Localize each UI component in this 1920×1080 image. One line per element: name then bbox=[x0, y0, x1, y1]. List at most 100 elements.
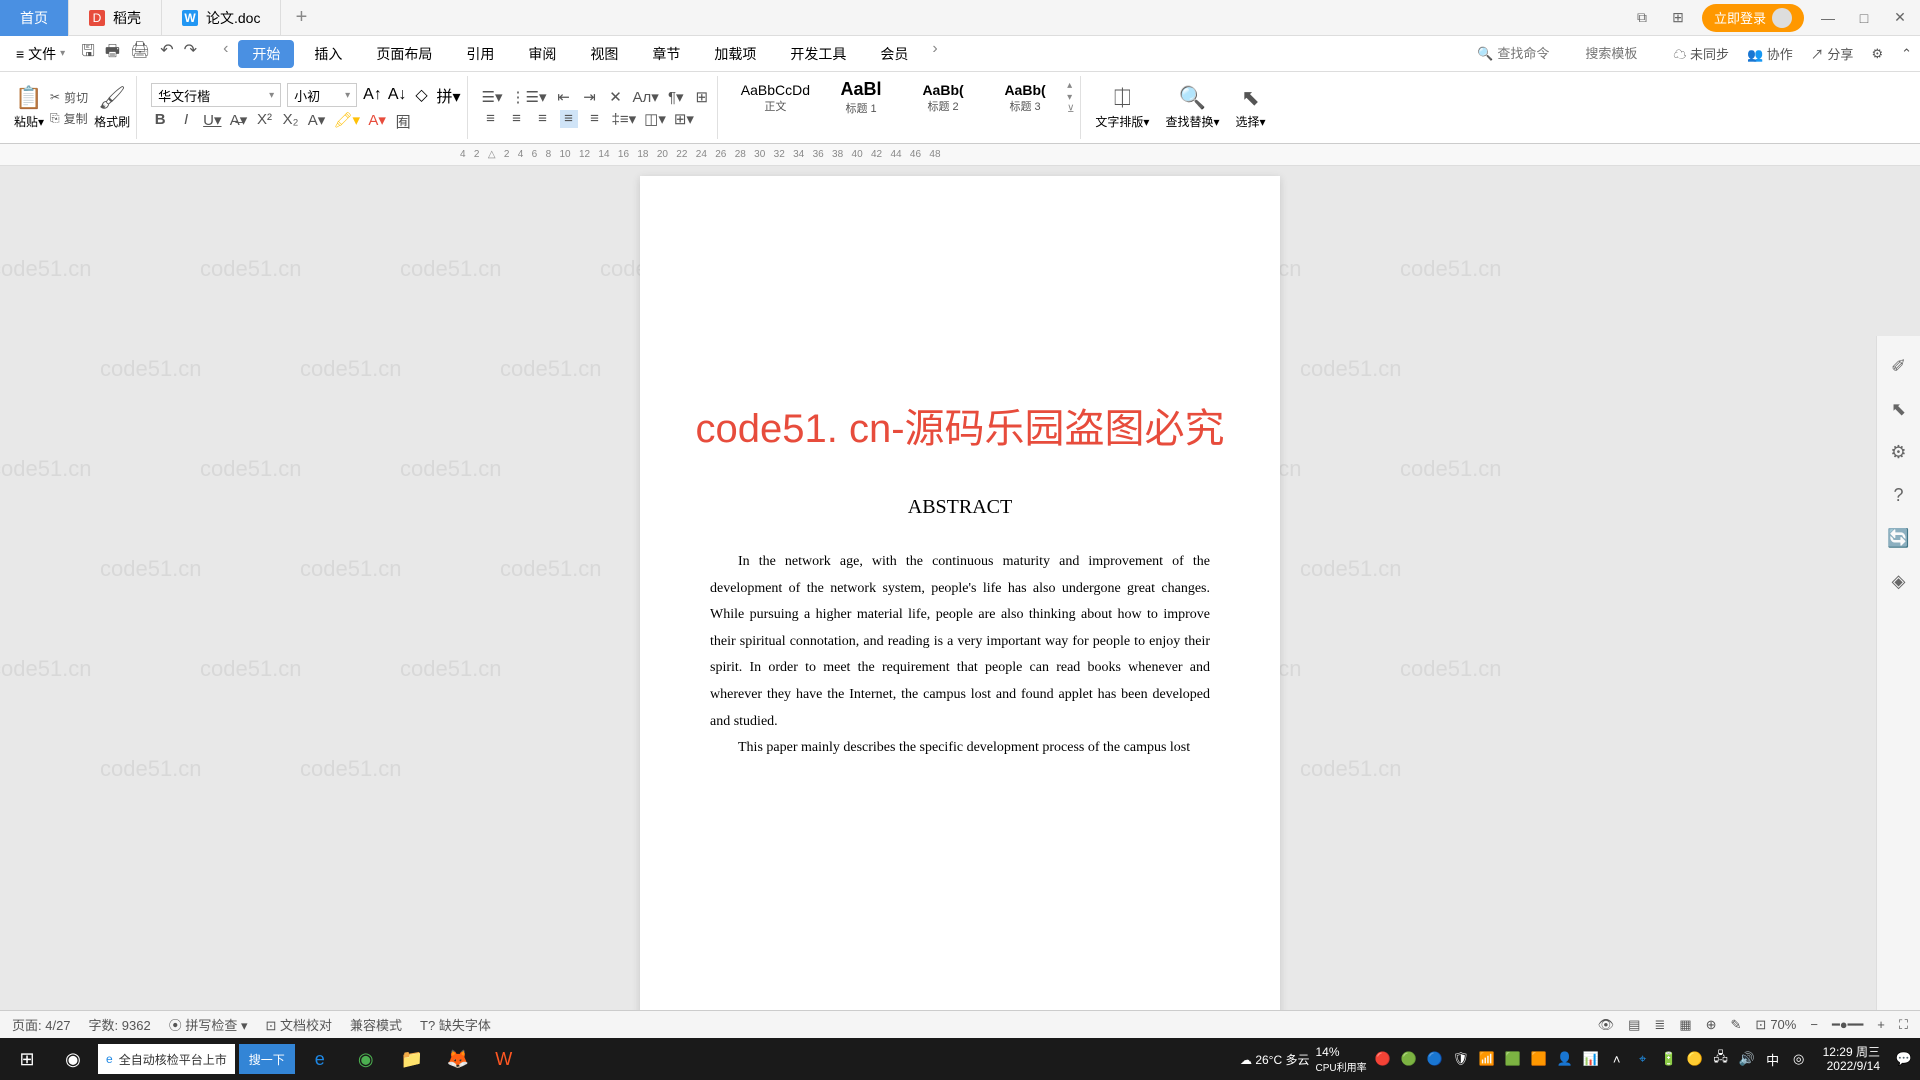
search-commands[interactable]: 🔍 bbox=[1477, 46, 1567, 62]
pen-icon[interactable]: ✐ bbox=[1891, 356, 1906, 377]
tab-start[interactable]: 开始 bbox=[238, 40, 294, 68]
font-size-select[interactable]: 小初▾ bbox=[287, 83, 357, 107]
tray6[interactable]: 🟧 bbox=[1529, 1049, 1549, 1069]
text-layout-button[interactable]: ⎅文字排版▾ bbox=[1095, 85, 1149, 130]
sort[interactable]: Ал▾ bbox=[633, 88, 659, 106]
apps-icon[interactable]: ⊞ bbox=[1666, 6, 1690, 30]
edge-icon[interactable]: e bbox=[299, 1038, 341, 1080]
protect-icon[interactable]: ◈ bbox=[1892, 571, 1906, 592]
eye-icon[interactable]: 👁 bbox=[1598, 1017, 1615, 1033]
tray1[interactable]: 🔴 bbox=[1373, 1049, 1393, 1069]
align-justify[interactable]: ≡ bbox=[560, 110, 578, 128]
spellcheck-toggle[interactable]: ⦿ 拼写检查 ▾ bbox=[169, 1015, 248, 1034]
page-count[interactable]: 页面: 4/27 bbox=[12, 1015, 71, 1034]
tab-layout[interactable]: 页面布局 bbox=[362, 40, 446, 68]
phonetic-guide[interactable]: 拼▾ bbox=[436, 83, 460, 107]
text-effects[interactable]: A▾ bbox=[308, 111, 326, 132]
collab-button[interactable]: 👥 协作 bbox=[1747, 44, 1793, 63]
tab-prev[interactable]: ‹ bbox=[219, 40, 232, 68]
select-button[interactable]: ⬉选择▾ bbox=[1235, 85, 1265, 130]
tab-view[interactable]: 视图 bbox=[576, 40, 632, 68]
word-count[interactable]: 字数: 9362 bbox=[89, 1015, 151, 1034]
subscript[interactable]: X₂ bbox=[282, 111, 300, 132]
bluetooth-icon[interactable]: ⌖ bbox=[1633, 1049, 1653, 1069]
tray2[interactable]: 🟢 bbox=[1399, 1049, 1419, 1069]
shading[interactable]: ◫▾ bbox=[644, 110, 666, 128]
wifi-icon[interactable]: 📶 bbox=[1477, 1049, 1497, 1069]
translate-icon[interactable]: 🔄 bbox=[1887, 528, 1909, 549]
tab-home[interactable]: 首页 bbox=[0, 0, 69, 36]
document-page[interactable]: code51. cn-源码乐园盗图必究 ABSTRACT In the netw… bbox=[640, 176, 1280, 1036]
zoom-in[interactable]: + bbox=[1877, 1017, 1885, 1032]
tray4[interactable]: 🛡 bbox=[1451, 1049, 1471, 1069]
360-icon[interactable]: ◉ bbox=[345, 1038, 387, 1080]
superscript[interactable]: X² bbox=[256, 111, 274, 132]
tray9[interactable]: 🟡 bbox=[1685, 1049, 1705, 1069]
search-tpl-input[interactable] bbox=[1585, 46, 1655, 61]
bullets[interactable]: ☰▾ bbox=[482, 88, 503, 106]
tab-docker[interactable]: D稻壳 bbox=[69, 0, 162, 36]
tab-add[interactable]: + bbox=[281, 6, 321, 29]
tab-review[interactable]: 审阅 bbox=[514, 40, 570, 68]
style-h2[interactable]: AaBb(标题 2 bbox=[903, 79, 983, 117]
weblayout-icon[interactable]: ▦ bbox=[1679, 1017, 1691, 1033]
tab-next[interactable]: › bbox=[928, 40, 941, 68]
edit-icon[interactable]: ✎ bbox=[1731, 1017, 1742, 1033]
font-family-select[interactable]: 华文行楷▾ bbox=[151, 83, 281, 107]
minimize-button[interactable]: — bbox=[1816, 6, 1840, 30]
underline-button[interactable]: U▾ bbox=[203, 111, 221, 132]
cut-button[interactable]: ✂ 剪切 bbox=[50, 89, 88, 106]
borders[interactable]: ⊞▾ bbox=[674, 110, 694, 128]
shrink-font[interactable]: A↓ bbox=[388, 86, 407, 104]
help-icon[interactable]: ? bbox=[1893, 485, 1903, 506]
save-icon[interactable]: 🖫 bbox=[81, 40, 95, 67]
search-go-button[interactable]: 搜一下 bbox=[239, 1044, 295, 1074]
copy-button[interactable]: ⎘ 复制 bbox=[50, 110, 88, 127]
indent-dec[interactable]: ⇤ bbox=[555, 88, 573, 106]
find-replace-button[interactable]: 🔍查找替换▾ bbox=[1165, 85, 1219, 130]
char-border[interactable]: 囿 bbox=[394, 111, 412, 132]
line-spacing[interactable]: ‡≡▾ bbox=[612, 110, 637, 128]
align-right[interactable]: ≡ bbox=[534, 110, 552, 128]
start-button[interactable]: ⊞ bbox=[6, 1038, 48, 1080]
proofread[interactable]: ⊡ 文档校对 bbox=[265, 1015, 332, 1034]
style-h3[interactable]: AaBb(标题 3 bbox=[985, 79, 1065, 117]
clock[interactable]: 12:29 周三2022/9/14 bbox=[1815, 1045, 1888, 1074]
zoom-out[interactable]: − bbox=[1810, 1017, 1818, 1032]
align-center[interactable]: ≡ bbox=[508, 110, 526, 128]
cpu-widget[interactable]: 14%CPU利用率 bbox=[1315, 1045, 1366, 1074]
tab-addins[interactable]: 加载项 bbox=[700, 40, 770, 68]
style-normal[interactable]: AaBbCcDd正文 bbox=[732, 79, 819, 117]
outline-icon[interactable]: ≣ bbox=[1654, 1017, 1665, 1033]
taskbar-search[interactable]: e全自动核检平台上市 bbox=[98, 1044, 235, 1074]
search-cmd-input[interactable] bbox=[1497, 46, 1567, 61]
zoom-slider[interactable]: ━●━━ bbox=[1832, 1017, 1863, 1033]
cortana-icon[interactable]: ◉ bbox=[52, 1038, 94, 1080]
tab-chapter[interactable]: 章节 bbox=[638, 40, 694, 68]
bold-button[interactable]: B bbox=[151, 111, 169, 132]
wps-icon[interactable]: W bbox=[483, 1038, 525, 1080]
highlight-button[interactable]: 🖍▾ bbox=[334, 111, 361, 132]
settings-icon[interactable]: ⚙ bbox=[1871, 46, 1883, 62]
battery-icon[interactable]: 🔋 bbox=[1659, 1049, 1679, 1069]
network-icon[interactable]: 🖧 bbox=[1711, 1049, 1731, 1069]
align-left[interactable]: ≡ bbox=[482, 110, 500, 128]
italic-button[interactable]: I bbox=[177, 111, 195, 132]
login-button[interactable]: 立即登录 bbox=[1702, 4, 1804, 32]
grow-font[interactable]: A↑ bbox=[363, 86, 382, 104]
ruler[interactable]: 4 2 △ 2 4 6 8 10 12 14 16 18 20 22 24 26… bbox=[0, 144, 1920, 166]
align-distribute[interactable]: ≡ bbox=[586, 110, 604, 128]
tray5[interactable]: 🟩 bbox=[1503, 1049, 1523, 1069]
fullscreen-icon[interactable]: ⛶ bbox=[1899, 1017, 1908, 1033]
explorer-icon[interactable]: 📁 bbox=[391, 1038, 433, 1080]
tab-document[interactable]: W论文.doc bbox=[162, 0, 281, 36]
asian-layout[interactable]: ✕ bbox=[607, 88, 625, 106]
print-icon[interactable]: 🖶 bbox=[105, 40, 120, 67]
file-menu[interactable]: ≡ 文件 ▾ bbox=[8, 40, 73, 68]
indent-inc[interactable]: ⇥ bbox=[581, 88, 599, 106]
paste-button[interactable]: 📋粘贴▾ bbox=[14, 85, 44, 130]
cursor-icon[interactable]: ⬉ bbox=[1891, 399, 1906, 420]
strike-button[interactable]: A̶▾ bbox=[230, 111, 248, 132]
tabs-button[interactable]: ⊞ bbox=[693, 88, 711, 106]
sync-status[interactable]: ☁ 未同步 bbox=[1673, 44, 1729, 63]
